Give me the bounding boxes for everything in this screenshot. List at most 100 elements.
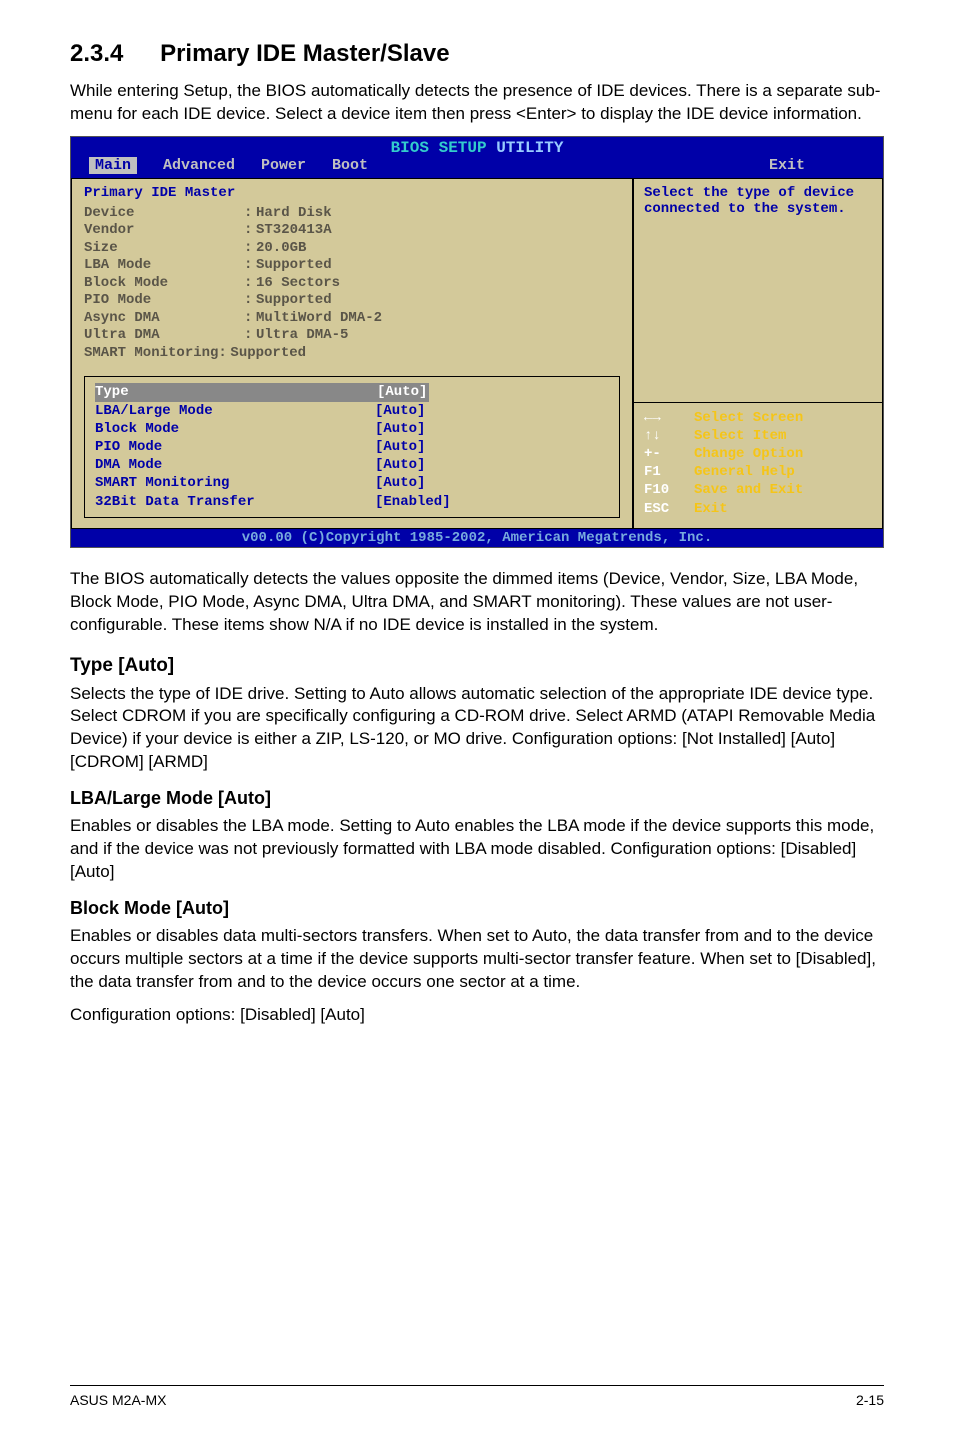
bios-sep: : [244,205,256,223]
bios-help-text: Select the type of device connected to t… [634,179,882,402]
block-body-2: Configuration options: [Disabled] [Auto] [70,1004,884,1027]
bios-nav-key: ↑↓ [644,427,684,445]
bios-sep: : [218,345,230,363]
bios-setting-row[interactable]: Block Mode[Auto] [95,420,609,438]
footer-right: 2-15 [856,1392,884,1408]
bios-setting-val: [Auto] [375,420,425,438]
bios-setting-key: Type [95,383,375,401]
section-title: Primary IDE Master/Slave [160,40,450,67]
bios-detected-val: Supported [256,292,332,310]
section-number: 2.3.4 [70,40,123,67]
bios-title: BIOS SETUP UTILITY [71,137,883,157]
bios-setting-row[interactable]: SMART Monitoring[Auto] [95,474,609,492]
bios-setting-row[interactable]: LBA/Large Mode[Auto] [95,402,609,420]
bios-tab-exit[interactable]: Exit [769,157,805,174]
bios-setting-row[interactable]: DMA Mode[Auto] [95,456,609,474]
bios-right-panel: Select the type of device connected to t… [633,178,883,529]
bios-setting-key: SMART Monitoring [95,474,375,492]
bios-nav-label: Change Option [694,445,803,463]
bios-detected-key: Async DMA [84,310,244,328]
bios-settings-box: Type[Auto]LBA/Large Mode[Auto]Block Mode… [84,376,620,517]
bios-sep: : [244,257,256,275]
bios-detected-key: Block Mode [84,275,244,293]
bios-nav-key: F10 [644,481,684,499]
bios-sep: : [244,310,256,328]
section-heading: 2.3.4 Primary IDE Master/Slave [70,40,884,68]
bios-detected-row: Size: 20.0GB [84,240,620,258]
bios-nav-help: ←→Select Screen↑↓Select Item+-Change Opt… [634,402,882,528]
bios-detected-row: Device: Hard Disk [84,205,620,223]
bios-detected-val: 20.0GB [256,240,306,258]
bios-nav-key: F1 [644,463,684,481]
after-bios-paragraph: The BIOS automatically detects the value… [70,568,884,637]
bios-sep: : [244,292,256,310]
bios-detected-val: Ultra DMA-5 [256,327,348,345]
bios-setting-val: [Auto] [375,383,429,401]
bios-detected-val: Supported [230,345,306,363]
bios-nav-row: ←→Select Screen [644,409,872,427]
bios-tab-power[interactable]: Power [261,157,306,174]
bios-nav-label: Select Screen [694,409,803,427]
bios-title-right: UTILITY [496,139,563,157]
bios-tabbar: Main Advanced Power Boot Exit [71,157,883,178]
bios-detected-val: ST320413A [256,222,332,240]
bios-detected-key: SMART Monitoring [84,345,218,363]
bios-sep: : [244,275,256,293]
bios-setting-val: [Auto] [375,474,425,492]
bios-setting-key: LBA/Large Mode [95,402,375,420]
bios-nav-row: ESC Exit [644,500,872,518]
bios-nav-row: ↑↓ Select Item [644,427,872,445]
bios-sep: : [244,240,256,258]
bios-nav-label: Save and Exit [694,481,803,499]
bios-title-left: BIOS SETUP [391,139,487,157]
bios-setting-key: PIO Mode [95,438,375,456]
bios-detected-list: Device: Hard DiskVendor: ST320413ASize: … [84,205,620,363]
bios-detected-row: LBA Mode: Supported [84,257,620,275]
bios-body: Primary IDE Master Device: Hard DiskVend… [71,178,883,529]
bios-tab-advanced[interactable]: Advanced [163,157,235,174]
bios-nav-row: F1General Help [644,463,872,481]
bios-nav-label: Exit [694,500,728,518]
bios-tab-boot[interactable]: Boot [332,157,368,174]
bios-detected-row: Block Mode: 16 Sectors [84,275,620,293]
bios-setting-row[interactable]: Type[Auto] [95,383,609,401]
bios-tab-main[interactable]: Main [89,157,137,174]
bios-left-panel: Primary IDE Master Device: Hard DiskVend… [71,178,633,529]
bios-setting-row[interactable]: 32Bit Data Transfer[Enabled] [95,493,609,511]
lba-heading: LBA/Large Mode [Auto] [70,788,884,809]
bios-detected-val: MultiWord DMA-2 [256,310,382,328]
bios-setting-row[interactable]: PIO Mode[Auto] [95,438,609,456]
bios-copyright: v00.00 (C)Copyright 1985-2002, American … [71,529,883,547]
bios-detected-row: Ultra DMA: Ultra DMA-5 [84,327,620,345]
type-body: Selects the type of IDE drive. Setting t… [70,683,884,775]
type-heading: Type [Auto] [70,655,884,677]
bios-screenshot: BIOS SETUP UTILITY Main Advanced Power B… [70,136,884,548]
bios-detected-key: Vendor [84,222,244,240]
bios-detected-key: Device [84,205,244,223]
bios-detected-row: Async DMA: MultiWord DMA-2 [84,310,620,328]
bios-detected-row: SMART Monitoring: Supported [84,345,620,363]
bios-detected-key: Ultra DMA [84,327,244,345]
bios-detected-val: Hard Disk [256,205,332,223]
bios-nav-row: F10 Save and Exit [644,481,872,499]
intro-paragraph: While entering Setup, the BIOS automatic… [70,80,884,126]
bios-detected-key: PIO Mode [84,292,244,310]
block-body-1: Enables or disables data multi-sectors t… [70,925,884,994]
bios-detected-key: Size [84,240,244,258]
lba-body: Enables or disables the LBA mode. Settin… [70,815,884,884]
bios-setting-key: 32Bit Data Transfer [95,493,375,511]
bios-setting-key: DMA Mode [95,456,375,474]
bios-detected-row: PIO Mode: Supported [84,292,620,310]
bios-sep: : [244,222,256,240]
bios-setting-key: Block Mode [95,420,375,438]
bios-setting-val: [Auto] [375,456,425,474]
bios-topbar: BIOS SETUP UTILITY Main Advanced Power B… [71,137,883,178]
bios-nav-key: ESC [644,500,684,518]
bios-detected-val: 16 Sectors [256,275,340,293]
bios-setting-val: [Auto] [375,402,425,420]
bios-detected-val: Supported [256,257,332,275]
block-heading: Block Mode [Auto] [70,898,884,919]
bios-nav-label: Select Item [694,427,786,445]
footer-left: ASUS M2A-MX [70,1392,166,1408]
bios-setting-val: [Auto] [375,438,425,456]
